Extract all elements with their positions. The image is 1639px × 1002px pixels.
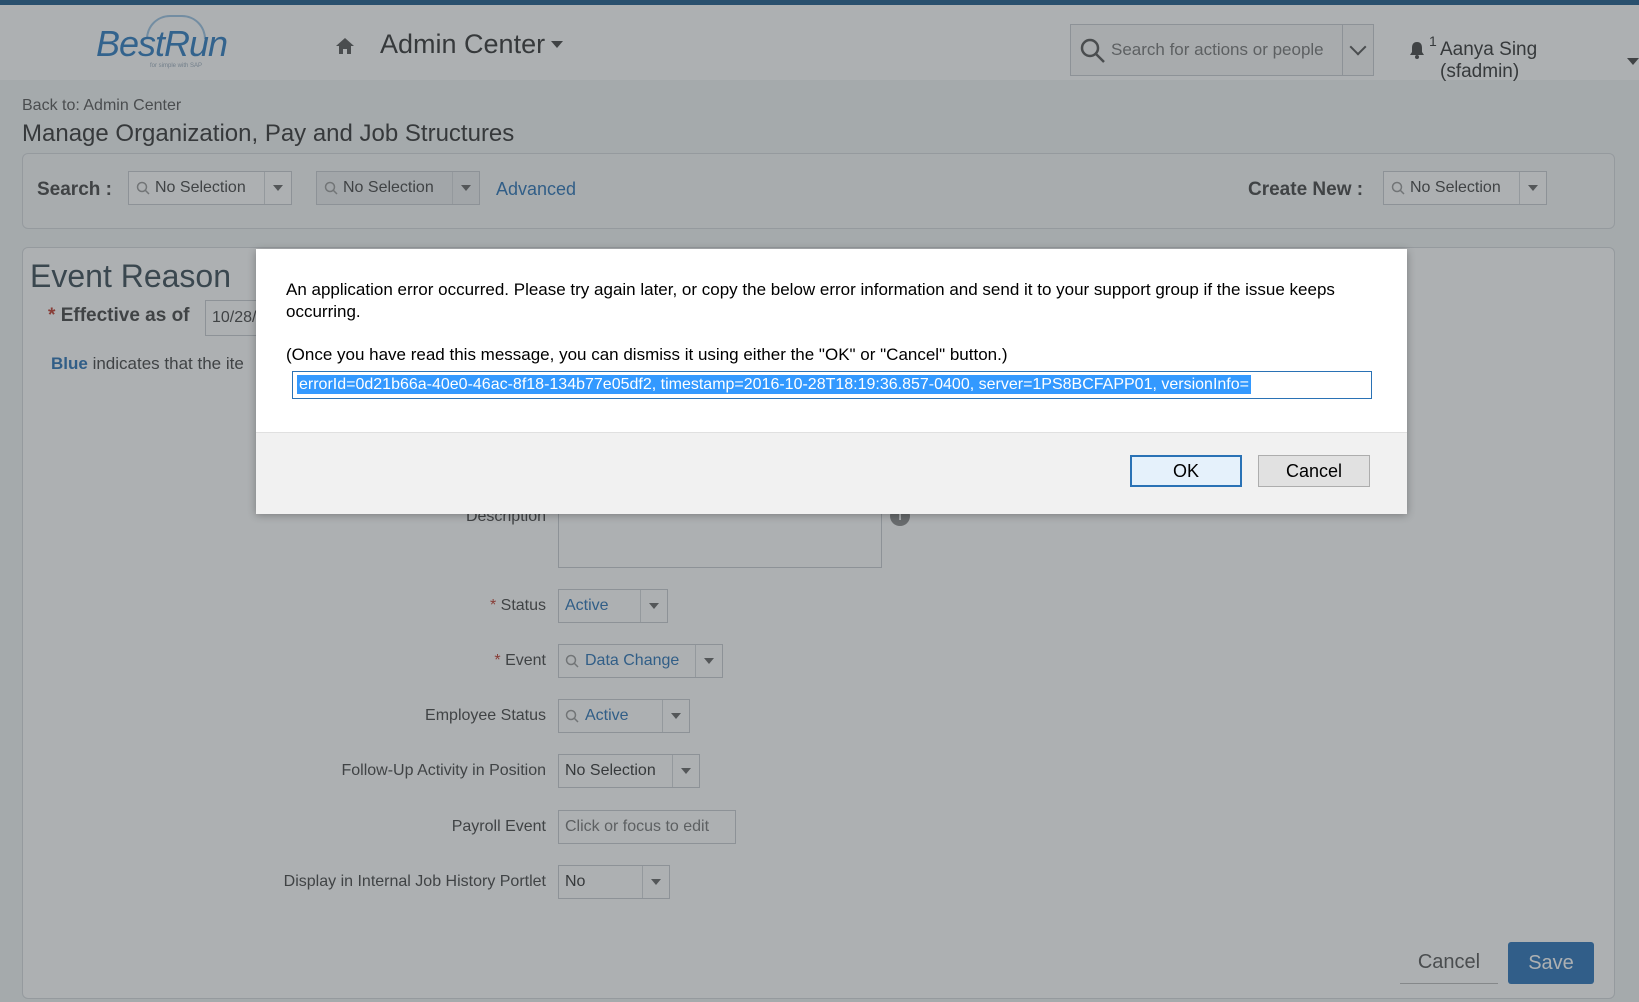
dialog-footer: OK Cancel: [256, 432, 1407, 514]
error-message: An application error occurred. Please tr…: [286, 280, 1335, 321]
cancel-button[interactable]: Cancel: [1258, 455, 1370, 487]
dismiss-hint: (Once you have read this message, you ca…: [286, 345, 1008, 364]
ok-button[interactable]: OK: [1130, 455, 1242, 487]
error-info-field[interactable]: errorId=0d21b66a-40e0-46ac-8f18-134b77e0…: [292, 371, 1372, 399]
error-info-text: errorId=0d21b66a-40e0-46ac-8f18-134b77e0…: [297, 375, 1251, 394]
error-dialog: An application error occurred. Please tr…: [256, 249, 1407, 514]
